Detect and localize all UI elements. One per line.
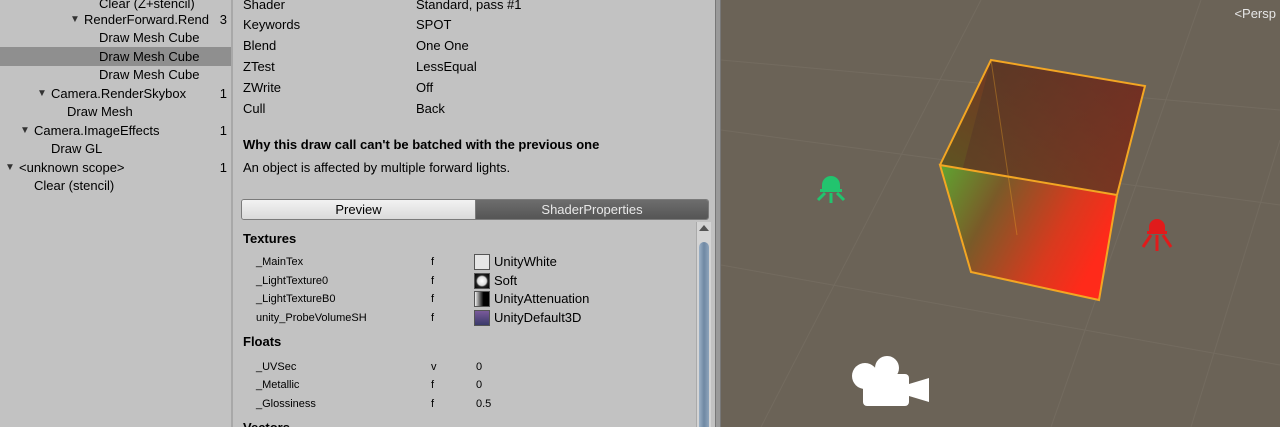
hierarchy-item-count: 1 bbox=[219, 123, 227, 138]
detail-key: ZWrite bbox=[243, 80, 282, 95]
3d-texture-thumbnail-icon[interactable] bbox=[474, 310, 490, 326]
hierarchy-item-count: 1 bbox=[219, 160, 227, 175]
white-texture-thumbnail-icon[interactable] bbox=[474, 254, 490, 270]
detail-value: Back bbox=[416, 101, 445, 116]
hierarchy-item-unknown-scope[interactable]: ▼ <unknown scope> 1 bbox=[0, 158, 231, 177]
float-value: 0 bbox=[476, 379, 483, 391]
camera-icon[interactable] bbox=[852, 356, 929, 406]
red-light-icon[interactable] bbox=[1141, 219, 1173, 251]
hierarchy-item-renderforward[interactable]: ▼ RenderForward.Rend 3 bbox=[0, 10, 231, 29]
float-value: 0.5 bbox=[476, 398, 492, 410]
scene-view[interactable]: <Persp bbox=[721, 0, 1280, 427]
hierarchy-item-label: RenderForward.Rend bbox=[84, 12, 210, 27]
texture-row: unity_ProbeVolumeSH f UnityDefault3D bbox=[233, 309, 693, 327]
texture-type: f bbox=[431, 312, 435, 324]
hierarchy-item-label: Clear (stencil) bbox=[34, 178, 115, 193]
hierarchy-item-clear-stencil[interactable]: Clear (stencil) bbox=[0, 176, 231, 195]
expand-triangle-icon[interactable]: ▼ bbox=[20, 121, 30, 140]
expand-triangle-icon[interactable]: ▼ bbox=[37, 84, 47, 103]
hierarchy-item-label: Draw Mesh Cube bbox=[99, 49, 200, 64]
expand-triangle-icon[interactable]: ▼ bbox=[5, 158, 15, 177]
scene-canvas[interactable] bbox=[721, 0, 1280, 427]
vertical-scrollbar[interactable] bbox=[696, 222, 711, 427]
expand-triangle-icon[interactable]: ▼ bbox=[70, 10, 80, 29]
float-name: _Glossiness bbox=[256, 398, 316, 410]
float-name: _Metallic bbox=[256, 379, 300, 391]
texture-name: _LightTexture0 bbox=[256, 275, 329, 287]
frame-hierarchy-panel: Clear (Z+stencil) ▼ RenderForward.Rend 3… bbox=[0, 0, 231, 427]
shader-properties-list: Textures _MainTex f UnityWhite _LightTex… bbox=[233, 222, 693, 427]
vectors-heading: Vectors bbox=[243, 419, 290, 427]
texture-type: f bbox=[431, 275, 435, 287]
hierarchy-item-label: Draw Mesh Cube bbox=[99, 67, 200, 82]
scrollbar-thumb[interactable] bbox=[699, 242, 709, 427]
hierarchy-item-count: 3 bbox=[219, 12, 227, 27]
batch-reason-text: An object is affected by multiple forwar… bbox=[243, 160, 511, 175]
soft-texture-thumbnail-icon[interactable] bbox=[474, 273, 490, 289]
texture-value: UnityWhite bbox=[494, 254, 557, 269]
hierarchy-item-count: 1 bbox=[219, 86, 227, 101]
detail-value: SPOT bbox=[416, 17, 452, 32]
texture-value: UnityDefault3D bbox=[494, 310, 582, 325]
float-row: _UVSec v 0 bbox=[233, 358, 693, 376]
hierarchy-item-draw-mesh-cube[interactable]: Draw Mesh Cube bbox=[0, 28, 231, 47]
hierarchy-item-draw-mesh[interactable]: Draw Mesh bbox=[0, 102, 231, 121]
batch-reason-title: Why this draw call can't be batched with… bbox=[243, 137, 600, 152]
hierarchy-item-label: <unknown scope> bbox=[19, 160, 125, 175]
texture-name: _MainTex bbox=[256, 256, 304, 268]
float-type: f bbox=[431, 398, 435, 410]
hierarchy-item-draw-gl[interactable]: Draw GL bbox=[0, 139, 231, 158]
texture-type: f bbox=[431, 293, 435, 305]
texture-row: _MainTex f UnityWhite bbox=[233, 253, 693, 271]
float-name: _UVSec bbox=[256, 361, 297, 373]
textures-heading: Textures bbox=[243, 231, 297, 246]
texture-row: _LightTexture0 f Soft bbox=[233, 272, 693, 290]
texture-name: _LightTextureB0 bbox=[256, 293, 336, 305]
hierarchy-item-label: Camera.ImageEffects bbox=[34, 123, 160, 138]
hierarchy-item-camera-imageeffects[interactable]: ▼ Camera.ImageEffects 1 bbox=[0, 121, 231, 140]
attenuation-texture-thumbnail-icon[interactable] bbox=[474, 291, 490, 307]
float-value: 0 bbox=[476, 361, 483, 373]
selected-cube[interactable] bbox=[938, 58, 1147, 302]
detail-key: ZTest bbox=[243, 59, 275, 74]
perspective-label[interactable]: <Persp bbox=[1234, 6, 1276, 21]
detail-key: Cull bbox=[243, 101, 266, 116]
detail-value: LessEqual bbox=[416, 59, 477, 74]
floats-heading: Floats bbox=[243, 334, 282, 349]
tab-preview[interactable]: Preview bbox=[242, 200, 476, 219]
scroll-up-arrow-icon[interactable] bbox=[699, 225, 709, 231]
tab-shader-properties[interactable]: ShaderProperties bbox=[476, 200, 708, 219]
detail-value: Off bbox=[416, 80, 434, 95]
preview-tabs: Preview ShaderProperties bbox=[241, 199, 709, 220]
float-row: _Metallic f 0 bbox=[233, 376, 693, 394]
float-type: v bbox=[431, 361, 437, 373]
hierarchy-item-label: Draw GL bbox=[51, 141, 103, 156]
texture-name: unity_ProbeVolumeSH bbox=[256, 312, 367, 324]
draw-call-details-panel: Shader Standard, pass #1 Keywords SPOT B… bbox=[233, 0, 715, 427]
detail-key: Shader bbox=[243, 0, 285, 12]
detail-key: Blend bbox=[243, 38, 277, 53]
hierarchy-item-label: Draw Mesh bbox=[67, 104, 133, 119]
hierarchy-item-draw-mesh-cube-selected[interactable]: Draw Mesh Cube bbox=[0, 47, 231, 66]
detail-key: Keywords bbox=[243, 17, 301, 32]
hierarchy-item-draw-mesh-cube[interactable]: Draw Mesh Cube bbox=[0, 65, 231, 84]
texture-type: f bbox=[431, 256, 435, 268]
texture-value: Soft bbox=[494, 273, 518, 288]
texture-row: _LightTextureB0 f UnityAttenuation bbox=[233, 290, 693, 308]
float-type: f bbox=[431, 379, 435, 391]
hierarchy-item-label: Draw Mesh Cube bbox=[99, 30, 200, 45]
detail-value: Standard, pass #1 bbox=[416, 0, 522, 12]
hierarchy-item-label: Camera.RenderSkybox bbox=[51, 86, 187, 101]
texture-value: UnityAttenuation bbox=[494, 291, 590, 306]
green-light-icon[interactable] bbox=[816, 176, 846, 203]
hierarchy-item-camera-renderskybox[interactable]: ▼ Camera.RenderSkybox 1 bbox=[0, 84, 231, 103]
detail-value: One One bbox=[416, 38, 469, 53]
float-row: _Glossiness f 0.5 bbox=[233, 395, 693, 413]
